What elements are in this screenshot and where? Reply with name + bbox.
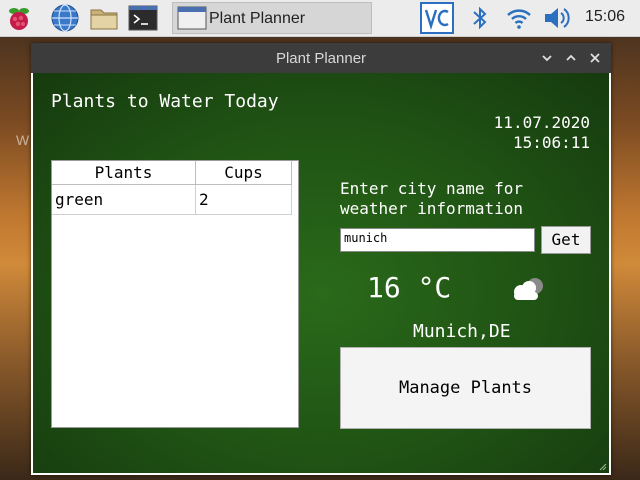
plant-planner-window: Plant Planner Plants to Water Today 11.0… <box>31 43 611 475</box>
city-prompt-line-1: Enter city name for <box>340 179 524 198</box>
background-hint-text: W <box>16 132 30 148</box>
taskbar: Plant Planner 15:06 <box>0 0 640 37</box>
window-content: Plants to Water Today 11.07.2020 15:06:1… <box>33 73 609 473</box>
table-header-cups[interactable]: Cups <box>196 161 292 185</box>
get-weather-button[interactable]: Get <box>541 226 591 254</box>
city-prompt: Enter city name for weather information <box>340 179 523 219</box>
page-title: Plants to Water Today <box>51 91 279 112</box>
taskbar-task-plant-planner[interactable]: Plant Planner <box>172 2 372 34</box>
terminal-icon[interactable] <box>128 3 158 33</box>
vnc-icon[interactable] <box>420 2 454 34</box>
taskbar-clock[interactable]: 15:06 <box>585 8 625 26</box>
cloud-icon <box>514 278 543 300</box>
bluetooth-icon[interactable] <box>470 5 490 31</box>
window-icon <box>177 6 207 30</box>
plants-table[interactable]: Plants Cups green 2 <box>51 160 299 428</box>
current-time: 15:06:11 <box>512 133 590 152</box>
taskbar-task-label: Plant Planner <box>209 10 306 27</box>
wifi-icon[interactable] <box>506 6 532 30</box>
window-title: Plant Planner <box>275 50 367 67</box>
table-cell-cups[interactable]: 2 <box>196 185 292 215</box>
resize-grip-icon[interactable] <box>597 461 607 471</box>
close-icon[interactable] <box>589 52 601 64</box>
window-titlebar[interactable]: Plant Planner <box>31 43 611 73</box>
city-prompt-line-2: weather information <box>340 199 524 218</box>
table-cell-plant[interactable]: green <box>52 185 196 215</box>
folder-icon[interactable] <box>89 3 119 33</box>
maximize-icon[interactable] <box>565 52 577 64</box>
minimize-icon[interactable] <box>541 52 553 64</box>
volume-icon[interactable] <box>543 6 571 30</box>
weather-city-result: Munich,DE <box>413 321 511 342</box>
city-input[interactable]: munich <box>340 228 535 252</box>
raspberry-menu-icon[interactable] <box>4 3 34 33</box>
table-header-plants[interactable]: Plants <box>52 161 196 185</box>
globe-icon[interactable] <box>50 3 80 33</box>
manage-plants-button[interactable]: Manage Plants <box>340 347 591 429</box>
current-date: 11.07.2020 <box>493 113 590 132</box>
temperature-readout: 16 °C <box>367 271 452 304</box>
